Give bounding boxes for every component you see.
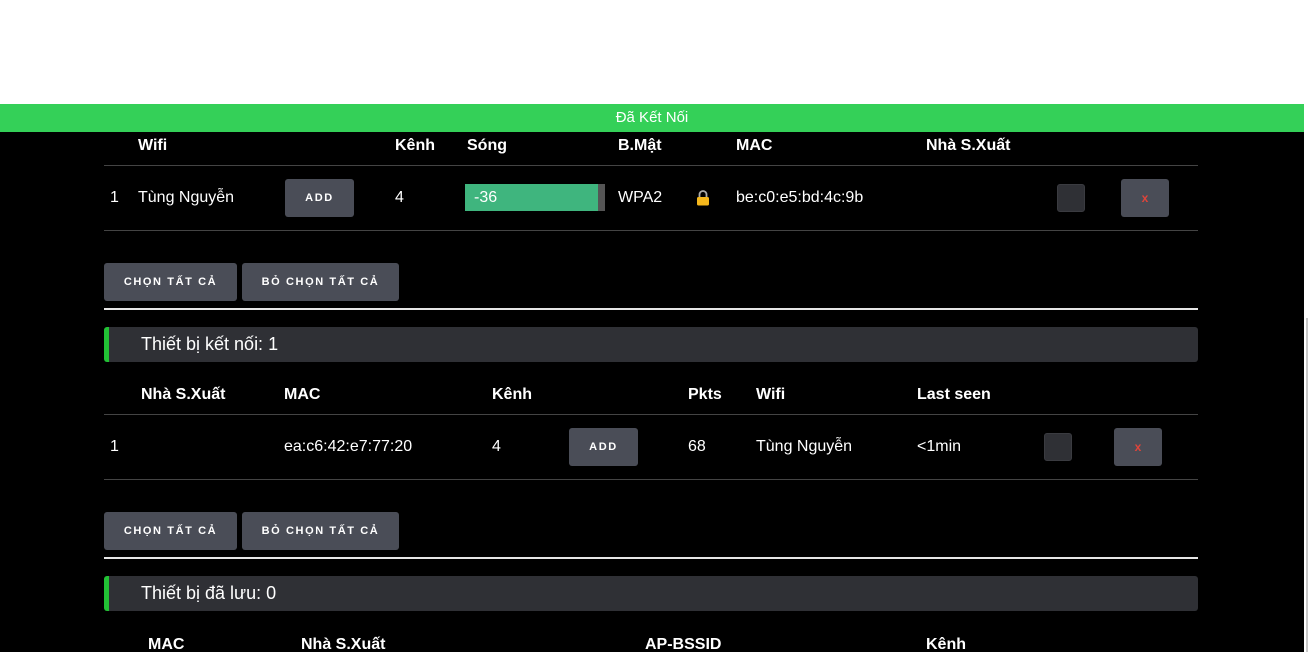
pkts-value: 68 <box>688 438 706 455</box>
deselect-all-button[interactable]: BỎ CHỌN TẤT CẢ <box>242 512 399 550</box>
add-button[interactable]: ADD <box>285 179 354 217</box>
main-content: Wifi Kênh Sóng B.Mật MAC Nhà S.Xuất 1 Tù… <box>0 132 1304 652</box>
last-seen-value: <1min <box>917 438 962 455</box>
signal-bar: -36 <box>465 184 605 211</box>
divider <box>104 230 1198 231</box>
remove-button[interactable]: x <box>1114 428 1162 466</box>
divider <box>104 414 1198 415</box>
select-all-button[interactable]: CHỌN TẤT CẢ <box>104 512 237 550</box>
mac-value: ea:c6:42:e7:77:20 <box>284 438 413 455</box>
header-last-seen: Last seen <box>917 386 991 403</box>
page-top-area <box>0 0 1310 104</box>
channel-value: 4 <box>395 189 404 206</box>
header-ap-bssid: AP-BSSID <box>645 636 722 652</box>
saved-section-header: Thiết bị đã lưu: 0 <box>104 576 1198 611</box>
header-vendor: Nhà S.Xuất <box>141 386 226 403</box>
header-pkts: Pkts <box>688 386 722 403</box>
row-index: 1 <box>110 189 119 206</box>
header-channel: Kênh <box>395 137 435 154</box>
section-separator <box>104 308 1198 310</box>
deselect-all-button[interactable]: BỎ CHỌN TẤT CẢ <box>242 263 399 301</box>
stations-section-header: Thiết bị kết nối: 1 <box>104 327 1198 362</box>
header-vendor: Nhà S.Xuất <box>301 636 386 652</box>
divider <box>104 479 1198 480</box>
header-wifi: Wifi <box>138 137 168 154</box>
header-channel: Kênh <box>492 386 532 403</box>
connection-status-bar: Đã Kết Nối <box>0 104 1304 132</box>
header-signal: Sóng <box>467 137 507 154</box>
section-separator <box>104 557 1198 559</box>
wifi-name: Tùng Nguyễn <box>138 189 235 206</box>
header-channel: Kênh <box>926 636 966 652</box>
header-mac: MAC <box>736 137 773 154</box>
select-checkbox[interactable] <box>1044 433 1072 461</box>
header-mac: MAC <box>284 386 321 403</box>
scrollbar-thumb[interactable] <box>1306 318 1308 652</box>
divider <box>104 165 1198 166</box>
select-checkbox[interactable] <box>1057 184 1085 212</box>
row-index: 1 <box>110 438 119 455</box>
header-security: B.Mật <box>618 137 662 154</box>
lock-icon <box>696 190 710 211</box>
header-wifi: Wifi <box>756 386 786 403</box>
security-value: WPA2 <box>618 189 663 206</box>
header-vendor: Nhà S.Xuất <box>926 137 1011 154</box>
remove-button[interactable]: x <box>1121 179 1169 217</box>
add-button[interactable]: ADD <box>569 428 638 466</box>
channel-value: 4 <box>492 438 501 455</box>
signal-value: -36 <box>474 189 498 206</box>
select-all-button[interactable]: CHỌN TẤT CẢ <box>104 263 237 301</box>
wifi-name: Tùng Nguyễn <box>756 438 853 455</box>
header-mac: MAC <box>148 636 185 652</box>
mac-value: be:c0:e5:bd:4c:9b <box>736 189 864 206</box>
